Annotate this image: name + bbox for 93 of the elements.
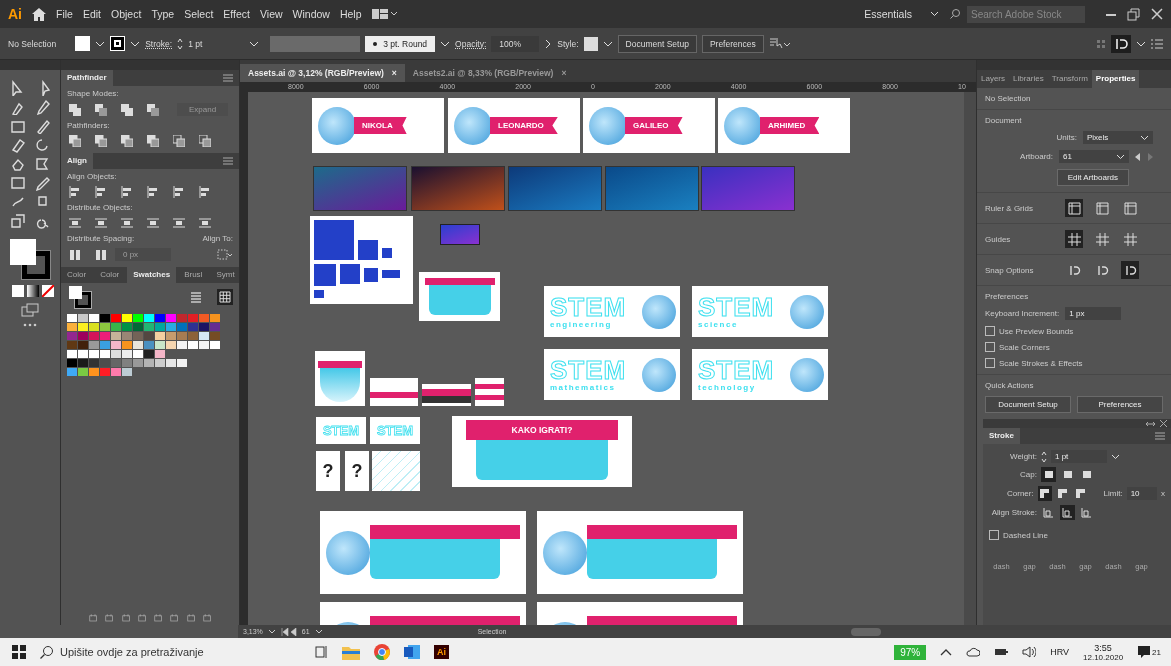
- section-heading: Document: [985, 116, 1023, 125]
- control-bar-button[interactable]: Document Setup: [617, 34, 697, 53]
- stem-title: STEM: [698, 294, 775, 320]
- field-label: Corner:: [1006, 489, 1034, 498]
- notifications-button[interactable]: 21: [1137, 645, 1161, 659]
- battery-indicator: 97%: [894, 644, 927, 660]
- stem-subtitle: engineering: [550, 320, 613, 329]
- units-dropdown[interactable]: Pixels: [1083, 131, 1153, 144]
- opacity-field[interactable]: 100%: [491, 35, 540, 52]
- section-label: Pathfinders:: [67, 121, 111, 130]
- stem-subtitle: mathematics: [550, 383, 617, 392]
- field-label: Weight:: [1009, 452, 1037, 461]
- panel-tab[interactable]: Properties: [1091, 70, 1140, 88]
- stroke-weight-field[interactable]: 1 pt: [1051, 450, 1107, 463]
- quick-action-button[interactable]: Preferences: [1077, 396, 1163, 413]
- illustrator-app-icon[interactable]: Ai: [434, 645, 449, 659]
- name-ribbon: ARHIMED: [760, 117, 820, 134]
- section-label: Ruler & Grids: [985, 203, 1034, 213]
- menu-item[interactable]: Window: [292, 8, 330, 20]
- stem-logo: STEM: [322, 423, 360, 438]
- name-ribbon: NIKOLA: [354, 117, 407, 134]
- panel-tab[interactable]: Libraries: [1009, 70, 1048, 88]
- panel-tab[interactable]: Brusl: [178, 267, 209, 283]
- panel-tab[interactable]: Align: [61, 153, 93, 169]
- artboard-dropdown[interactable]: 61: [1059, 150, 1129, 163]
- section-label: Align To:: [202, 234, 233, 243]
- input-language-indicator[interactable]: HRV: [1050, 647, 1070, 657]
- panel-tab[interactable]: Color: [94, 267, 126, 283]
- question-mark: ?: [322, 460, 334, 482]
- question-mark: ?: [351, 460, 363, 482]
- document-tab[interactable]: Assets2.ai @ 8,33% (RGB/Preview) ×: [404, 64, 575, 82]
- stem-logo: STEM: [376, 423, 414, 438]
- name-ribbon: GALILEO: [625, 117, 683, 134]
- menu-item[interactable]: File: [56, 8, 73, 20]
- section-label: Align Objects:: [67, 172, 118, 181]
- limit-field[interactable]: 10: [1126, 487, 1157, 500]
- panel-tab[interactable]: Layers: [977, 70, 1009, 88]
- section-label: Shape Modes:: [67, 89, 120, 98]
- workspace-switcher[interactable]: Essentials: [864, 8, 920, 20]
- panel-tab[interactable]: Pathfinder: [61, 70, 113, 86]
- edit-artboards-button[interactable]: Edit Artboards: [1056, 169, 1129, 186]
- stock-search-field[interactable]: Search Adobe Stock: [967, 5, 1085, 23]
- style-label: Style:: [557, 38, 579, 49]
- opacity-label[interactable]: Opacity:: [455, 38, 487, 49]
- checkbox-label: Scale Corners: [999, 342, 1050, 352]
- document-tab[interactable]: Assets.ai @ 3,12% (RGB/Preview) ×: [240, 64, 405, 82]
- keyboard-increment-field[interactable]: 1 px: [1065, 307, 1122, 320]
- name-ribbon: LEONARDO: [490, 117, 558, 134]
- clock-time[interactable]: 3:55: [1094, 642, 1112, 653]
- panel-tab[interactable]: Stroke: [983, 428, 1020, 444]
- section-label: Guides: [985, 234, 1012, 244]
- menu-item[interactable]: Help: [339, 8, 362, 20]
- menu-item[interactable]: Edit: [82, 8, 101, 20]
- section-label: Distribute Objects:: [67, 203, 134, 212]
- selection-status: No Selection: [985, 94, 1032, 103]
- menu-item[interactable]: Object: [111, 8, 142, 20]
- stem-title: STEM: [698, 357, 775, 383]
- section-heading: Quick Actions: [985, 381, 1035, 390]
- stroke-weight-field[interactable]: 1 pt: [188, 38, 245, 49]
- stem-title: STEM: [550, 357, 627, 383]
- field-label: Keyboard Increment:: [985, 309, 1060, 318]
- section-label: Distribute Spacing:: [67, 234, 135, 243]
- control-bar-button[interactable]: Preferences: [701, 34, 764, 53]
- menu-item[interactable]: Type: [151, 8, 175, 20]
- checkbox-label: Use Preview Bounds: [999, 326, 1074, 336]
- checkbox-label: Dashed Line: [1003, 530, 1048, 540]
- field-label: Limit:: [1103, 489, 1123, 498]
- quick-action-button[interactable]: Document Setup: [985, 396, 1071, 413]
- menu-item[interactable]: View: [260, 8, 283, 20]
- selection-label: No Selection: [8, 38, 57, 49]
- section-label: Snap Options: [985, 265, 1035, 275]
- panel-tab[interactable]: Swatches: [127, 267, 177, 283]
- clock-date[interactable]: 12.10.2020: [1083, 652, 1124, 662]
- field-label: Artboard:: [1020, 152, 1053, 161]
- checkbox-label: Scale Strokes & Effects: [999, 358, 1083, 368]
- menu-item[interactable]: Effect: [223, 8, 250, 20]
- brush-definition-field[interactable]: 3 pt. Round: [365, 35, 436, 52]
- taskbar-search-field[interactable]: Upišite ovdje za pretraživanje: [60, 646, 300, 658]
- panel-tab[interactable]: Symt: [210, 267, 241, 283]
- stem-title: STEM: [550, 294, 627, 320]
- field-label: Align Stroke:: [990, 508, 1037, 517]
- unit-label: x: [1161, 489, 1165, 498]
- app-logo: Ai: [8, 6, 22, 22]
- field-label: Cap:: [1019, 470, 1037, 479]
- title-ribbon: KAKO IGRATI?: [466, 420, 618, 440]
- panel-tab[interactable]: Transform: [1047, 70, 1092, 88]
- panel-tab[interactable]: Color: [61, 267, 93, 283]
- stroke-label[interactable]: Stroke:: [145, 38, 173, 49]
- section-heading: Preferences: [985, 292, 1030, 301]
- stem-subtitle: science: [698, 320, 739, 329]
- field-label: Units:: [1056, 133, 1077, 142]
- menu-item[interactable]: Select: [184, 8, 214, 20]
- stem-subtitle: technology: [698, 383, 757, 392]
